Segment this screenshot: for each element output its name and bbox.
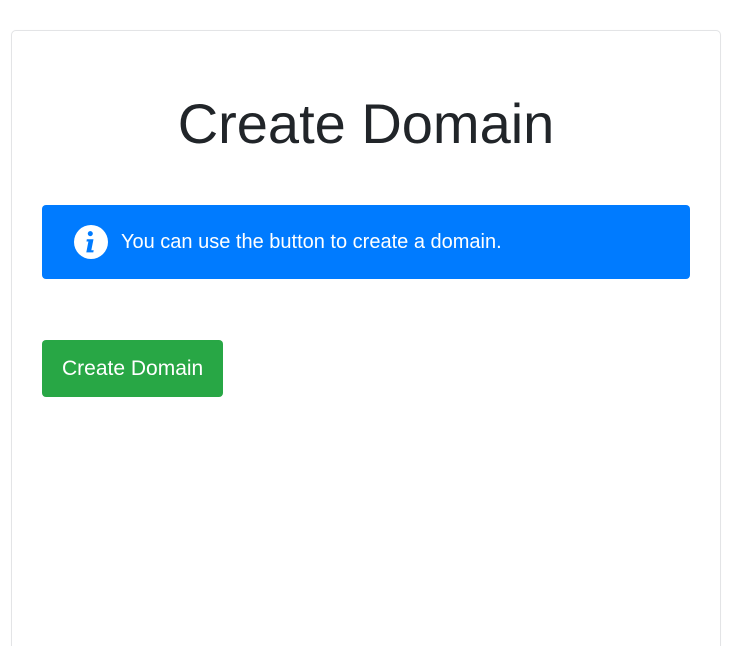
create-domain-button[interactable]: Create Domain <box>42 340 224 397</box>
alert-message: You can use the button to create a domai… <box>121 231 502 253</box>
page: Create Domain You can use the button to … <box>0 0 736 646</box>
page-title: Create Domain <box>177 92 555 155</box>
info-icon <box>73 224 109 260</box>
info-alert: You can use the button to create a domai… <box>42 205 690 279</box>
create-domain-card: Create Domain You can use the button to … <box>11 30 721 646</box>
